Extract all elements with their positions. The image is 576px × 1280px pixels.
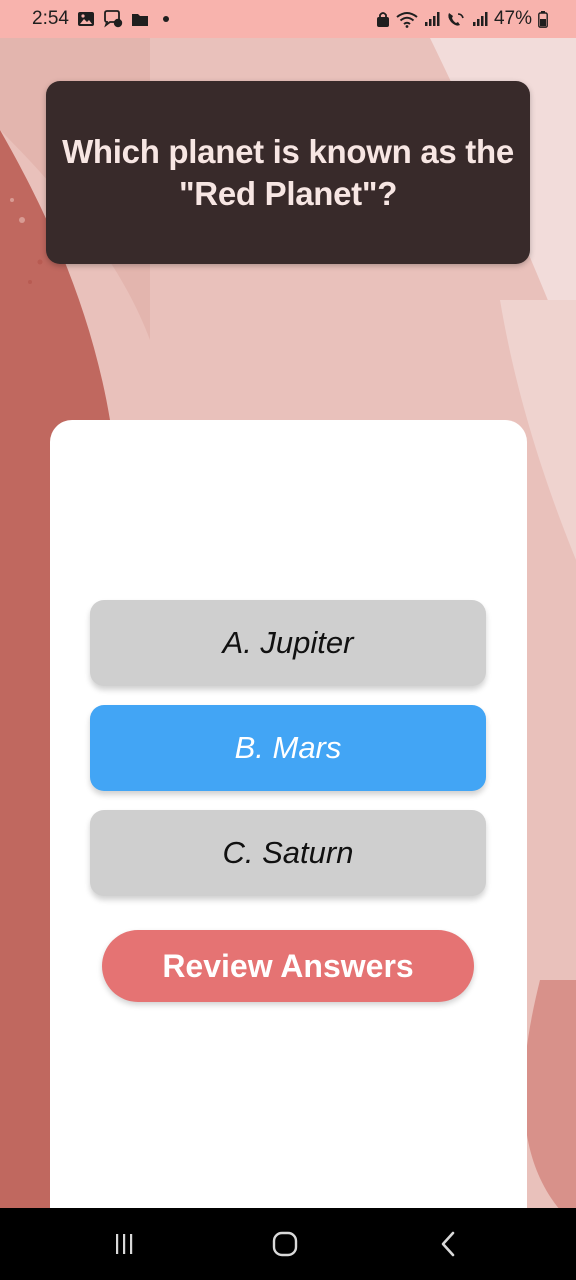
- back-icon: [438, 1230, 458, 1258]
- option-a[interactable]: A. Jupiter: [90, 600, 486, 686]
- folder-icon: [131, 12, 149, 27]
- lock-icon: [376, 11, 390, 28]
- recent-apps-icon: [112, 1232, 136, 1256]
- wifi-icon: [396, 11, 418, 28]
- option-b[interactable]: B. Mars: [90, 705, 486, 791]
- review-answers-button[interactable]: Review Answers: [102, 930, 474, 1002]
- option-c[interactable]: C. Saturn: [90, 810, 486, 896]
- home-icon: [272, 1231, 298, 1257]
- back-button[interactable]: [424, 1226, 472, 1262]
- signal-icon-2: [472, 11, 488, 27]
- option-b-label: B. Mars: [234, 730, 342, 765]
- image-icon: [77, 11, 95, 27]
- battery-icon: [538, 10, 548, 28]
- question-text: Which planet is known as the "Red Planet…: [62, 132, 514, 212]
- battery-percent: 47%: [493, 8, 532, 29]
- signal-icon: [424, 11, 440, 27]
- recent-apps-button[interactable]: [100, 1226, 148, 1262]
- option-c-label: C. Saturn: [222, 835, 354, 870]
- review-answers-label: Review Answers: [162, 947, 414, 984]
- status-bar: 2:54 47%: [0, 0, 576, 38]
- status-right: 47%: [376, 0, 548, 38]
- home-button[interactable]: [261, 1226, 309, 1262]
- option-a-label: A. Jupiter: [222, 625, 354, 660]
- wifi-call-icon: [446, 11, 466, 28]
- notification-dot-icon: [162, 16, 169, 22]
- messenger-icon: [103, 10, 123, 28]
- question-card: Which planet is known as the "Red Planet…: [46, 81, 530, 264]
- status-time: 2:54: [32, 8, 69, 29]
- answer-panel: A. Jupiter B. Mars C. Saturn Review Answ…: [50, 420, 527, 1208]
- status-left: 2:54: [32, 0, 169, 38]
- navigation-bar: [0, 1208, 576, 1280]
